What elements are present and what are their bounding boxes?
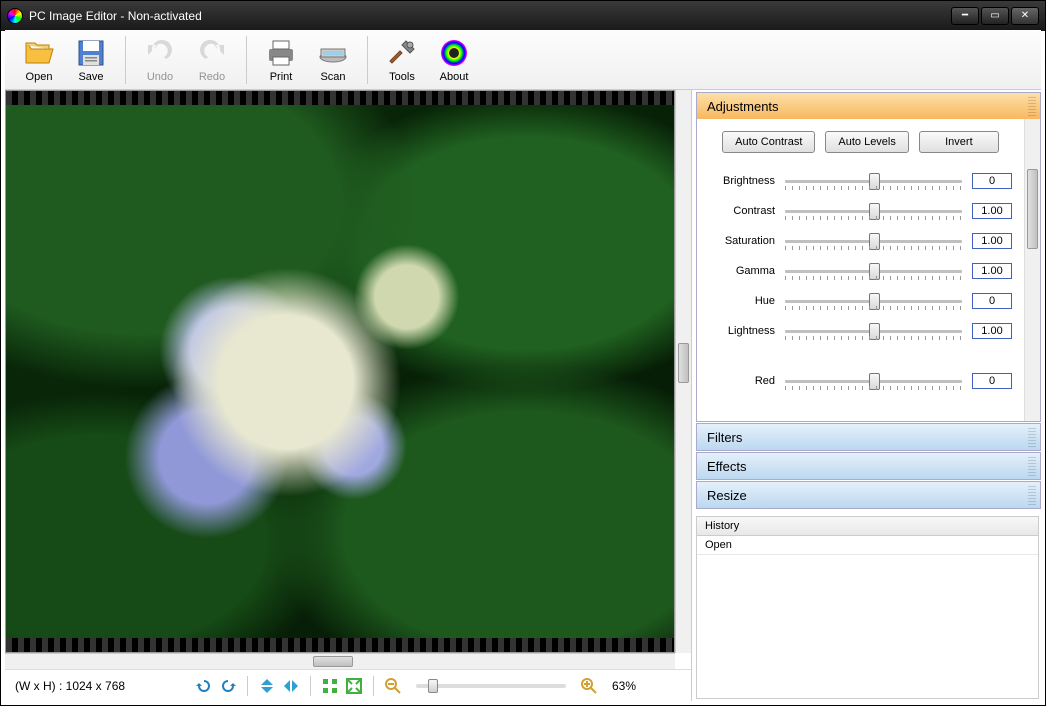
hue-slider[interactable] <box>785 300 962 303</box>
resize-header[interactable]: Resize <box>697 482 1040 508</box>
undo-button[interactable]: Undo <box>134 35 186 85</box>
zoom-in-icon[interactable] <box>580 677 598 695</box>
folder-open-icon <box>23 37 55 69</box>
slider-label-contrast: Contrast <box>705 205 785 217</box>
rotate-left-icon[interactable] <box>195 677 213 695</box>
scanner-icon <box>317 37 349 69</box>
gamma-slider[interactable] <box>785 270 962 273</box>
auto-contrast-button[interactable]: Auto Contrast <box>722 131 815 153</box>
saturation-slider[interactable] <box>785 240 962 243</box>
flip-vertical-icon[interactable] <box>258 677 276 695</box>
hue-value[interactable]: 0 <box>972 293 1012 309</box>
fit-screen-icon[interactable] <box>321 677 339 695</box>
slider-label-hue: Hue <box>705 295 785 307</box>
rotate-right-icon[interactable] <box>219 677 237 695</box>
gamma-value[interactable]: 1.00 <box>972 263 1012 279</box>
horizontal-scrollbar[interactable] <box>5 653 675 669</box>
about-button[interactable]: About <box>428 35 480 85</box>
save-button[interactable]: Save <box>65 35 117 85</box>
zoom-percent: 63% <box>612 679 636 693</box>
zoom-slider[interactable] <box>416 684 566 688</box>
lightness-value[interactable]: 1.00 <box>972 323 1012 339</box>
adjustments-scrollbar[interactable] <box>1024 119 1040 421</box>
saturation-value[interactable]: 1.00 <box>972 233 1012 249</box>
print-button[interactable]: Print <box>255 35 307 85</box>
image-dimensions: (W x H) : 1024 x 768 <box>15 679 185 693</box>
red-slider[interactable] <box>785 380 962 383</box>
undo-icon <box>144 37 176 69</box>
printer-icon <box>265 37 297 69</box>
open-button[interactable]: Open <box>13 35 65 85</box>
auto-levels-button[interactable]: Auto Levels <box>825 131 908 153</box>
contrast-value[interactable]: 1.00 <box>972 203 1012 219</box>
slider-label-red: Red <box>705 375 785 387</box>
flip-horizontal-icon[interactable] <box>282 677 300 695</box>
tools-icon <box>386 37 418 69</box>
floppy-save-icon <box>75 37 107 69</box>
history-item[interactable]: Open <box>697 536 1038 555</box>
actual-size-icon[interactable] <box>345 677 363 695</box>
maximize-button[interactable]: ▭ <box>981 7 1009 25</box>
vertical-scrollbar[interactable] <box>675 90 691 653</box>
window-title: PC Image Editor - Non-activated <box>29 9 951 23</box>
redo-button[interactable]: Redo <box>186 35 238 85</box>
side-panel: Adjustments Auto Contrast Auto Levels In… <box>691 90 1041 701</box>
history-panel: History Open <box>696 516 1039 699</box>
close-button[interactable]: ✕ <box>1011 7 1039 25</box>
lightness-slider[interactable] <box>785 330 962 333</box>
slider-label-gamma: Gamma <box>705 265 785 277</box>
tools-button[interactable]: Tools <box>376 35 428 85</box>
about-icon <box>438 37 470 69</box>
canvas-area[interactable] <box>5 90 691 669</box>
redo-icon <box>196 37 228 69</box>
adjustments-header[interactable]: Adjustments <box>697 93 1040 119</box>
invert-button[interactable]: Invert <box>919 131 999 153</box>
scan-button[interactable]: Scan <box>307 35 359 85</box>
slider-label-saturation: Saturation <box>705 235 785 247</box>
slider-label-lightness: Lightness <box>705 325 785 337</box>
statusbar: (W x H) : 1024 x 768 <box>5 669 691 701</box>
zoom-out-icon[interactable] <box>384 677 402 695</box>
slider-label-brightness: Brightness <box>705 175 785 187</box>
filters-header[interactable]: Filters <box>697 424 1040 450</box>
main-toolbar: Open Save Undo <box>5 30 1041 90</box>
red-value[interactable]: 0 <box>972 373 1012 389</box>
app-icon <box>7 8 23 24</box>
app-window: PC Image Editor - Non-activated ━ ▭ ✕ Op… <box>0 0 1046 706</box>
minimize-button[interactable]: ━ <box>951 7 979 25</box>
contrast-slider[interactable] <box>785 210 962 213</box>
image-canvas[interactable] <box>6 105 674 638</box>
brightness-value[interactable]: 0 <box>972 173 1012 189</box>
effects-header[interactable]: Effects <box>697 453 1040 479</box>
history-header: History <box>697 517 1038 536</box>
brightness-slider[interactable] <box>785 180 962 183</box>
titlebar[interactable]: PC Image Editor - Non-activated ━ ▭ ✕ <box>1 1 1045 30</box>
